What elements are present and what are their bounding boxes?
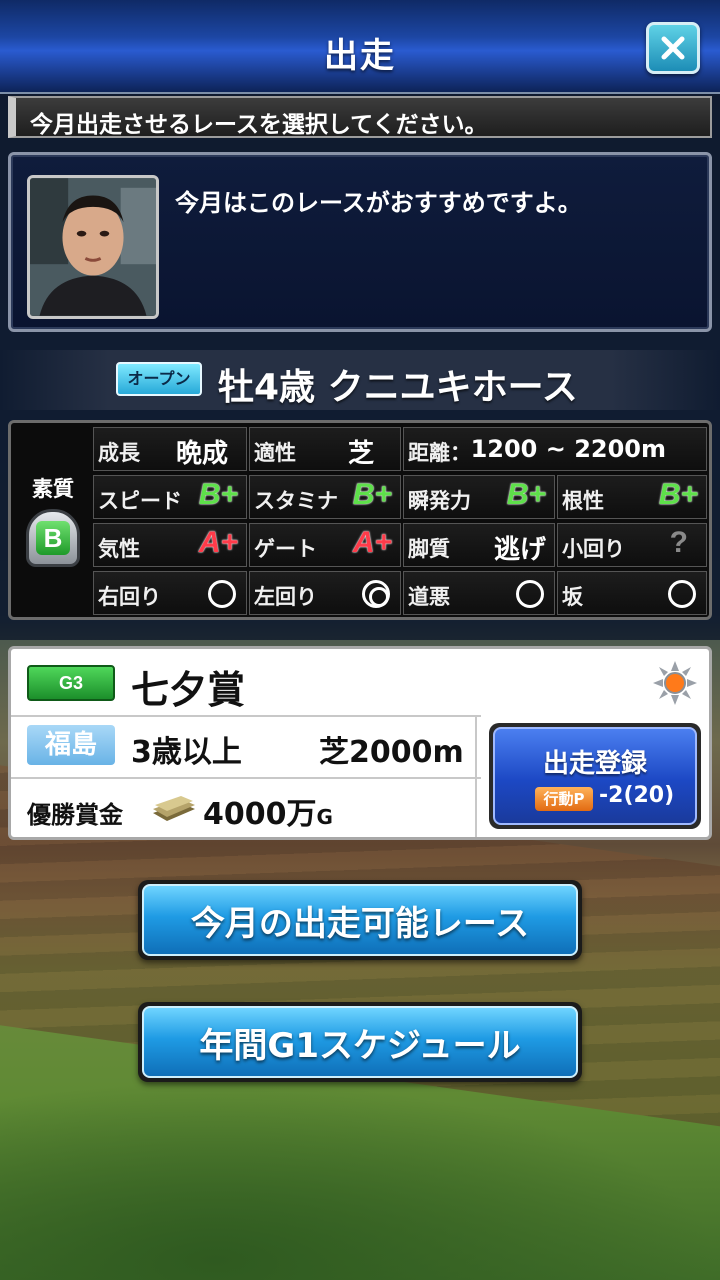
stat-label: 成長	[98, 441, 140, 465]
stat-growth: 成長 晩成	[93, 427, 247, 471]
advisor-message: 今月はこのレースがおすすめですよ。	[175, 189, 582, 217]
stat-label: 小回り	[562, 537, 625, 561]
divider	[475, 715, 477, 837]
header-bar: 出走	[0, 0, 720, 94]
stat-label: 根性	[562, 489, 604, 513]
stat-right-turn: 右回り	[93, 571, 247, 615]
circle-mark-icon	[668, 580, 696, 608]
unknown-value: ?	[669, 526, 688, 559]
action-point-cost: -2(20)	[599, 783, 675, 808]
stat-label: 距離：	[408, 441, 471, 465]
trainer-portrait	[27, 175, 159, 319]
stat-label: 坂	[562, 585, 583, 609]
page-title: 出走	[324, 36, 396, 76]
register-entry-button[interactable]: 出走登録 行動P -2(20)	[489, 723, 701, 829]
stat-distance: 距離： 1200 ~ 2200m	[403, 427, 707, 471]
instruction-text: 今月出走させるレースを選択してください。	[30, 112, 488, 138]
aptitude-grade: B	[36, 521, 70, 555]
horse-header: オープン 牡4歳 クニユキホース	[0, 350, 720, 410]
race-name: 七夕賞	[131, 668, 246, 712]
action-point-tag: 行動P	[535, 787, 593, 811]
horseshoe-icon: B	[26, 509, 80, 567]
prize-unit: G	[316, 805, 333, 829]
g1-schedule-label: 年間G1スケジュール	[142, 1006, 578, 1078]
aptitude-block: 素質 B	[15, 427, 91, 613]
prize-value-text: 4000万	[203, 797, 317, 832]
racecourse-badge: 福島	[27, 725, 115, 765]
stat-label: スピード	[98, 489, 182, 513]
grade-value: B+	[658, 478, 698, 511]
stat-value: 1200 ~ 2200m	[470, 435, 666, 463]
class-badge: オープン	[116, 362, 202, 396]
grade-value: A+	[352, 526, 392, 559]
prize-label: 優勝賞金	[27, 801, 123, 829]
stat-speed: スピード B+	[93, 475, 247, 519]
stat-label: スタミナ	[254, 489, 338, 513]
stat-label: 適性	[254, 441, 296, 465]
money-icon	[153, 796, 195, 821]
stat-surface: 適性 芝	[249, 427, 401, 471]
register-entry-button-face[interactable]: 出走登録 行動P -2(20)	[493, 727, 697, 825]
stat-gate: ゲート A+	[249, 523, 401, 567]
horse-name: 牡4歳 クニユキホース	[218, 367, 578, 408]
race-card[interactable]: G3 七夕賞 福島 3歳以上 芝2000m 優勝賞金 4000万G 出走登録 行…	[8, 646, 712, 840]
circle-mark-icon	[516, 580, 544, 608]
stat-label: ゲート	[254, 537, 317, 561]
race-surface-distance: 芝2000m	[319, 735, 464, 770]
grade-value: A+	[198, 526, 238, 559]
stat-running-style: 脚質 逃げ	[403, 523, 555, 567]
stat-value: 晩成	[175, 439, 228, 469]
stat-value: 逃げ	[493, 535, 546, 565]
stat-label: 脚質	[408, 537, 450, 561]
race-age-condition: 3歳以上	[131, 735, 242, 770]
background-grass	[0, 1080, 720, 1280]
stat-guts: 根性 B+	[557, 475, 707, 519]
stat-tight-turns: 小回り ?	[557, 523, 707, 567]
instruction-bar: 今月出走させるレースを選択してください。	[8, 96, 712, 138]
stat-left-turn: 左回り	[249, 571, 401, 615]
double-circle-mark-icon	[362, 580, 390, 608]
stat-label: 気性	[98, 537, 140, 561]
available-races-label: 今月の出走可能レース	[142, 884, 578, 956]
prize-amount: 4000万G	[203, 789, 333, 833]
stat-temper: 気性 A+	[93, 523, 247, 567]
divider	[11, 715, 481, 717]
race-grade-badge: G3	[27, 665, 115, 701]
advisor-panel: 今月はこのレースがおすすめですよ。	[8, 152, 712, 332]
stat-label: 左回り	[254, 585, 317, 609]
stat-label: 道悪	[408, 585, 450, 609]
close-button[interactable]	[646, 22, 700, 74]
close-icon	[661, 36, 685, 60]
stat-value: 芝	[347, 439, 374, 469]
grade-value: B+	[352, 478, 392, 511]
sun-icon	[653, 661, 697, 705]
available-races-button[interactable]: 今月の出走可能レース	[138, 880, 582, 960]
aptitude-label: 素質	[32, 477, 74, 501]
grade-value: B+	[506, 478, 546, 511]
stat-heavy-track: 道悪	[403, 571, 555, 615]
stat-slope: 坂	[557, 571, 707, 615]
circle-mark-icon	[208, 580, 236, 608]
g1-schedule-button[interactable]: 年間G1スケジュール	[138, 1002, 582, 1082]
stat-label: 右回り	[98, 585, 161, 609]
stat-stamina: スタミナ B+	[249, 475, 401, 519]
horse-stats-panel: 素質 B 成長 晩成 適性 芝 距離： 1200 ~ 2200m スピード B+…	[8, 420, 712, 620]
stat-label: 瞬発力	[408, 489, 471, 513]
grade-value: B+	[198, 478, 238, 511]
divider	[11, 777, 481, 779]
stat-burst: 瞬発力 B+	[403, 475, 555, 519]
entry-button-label: 出走登録	[542, 749, 647, 779]
